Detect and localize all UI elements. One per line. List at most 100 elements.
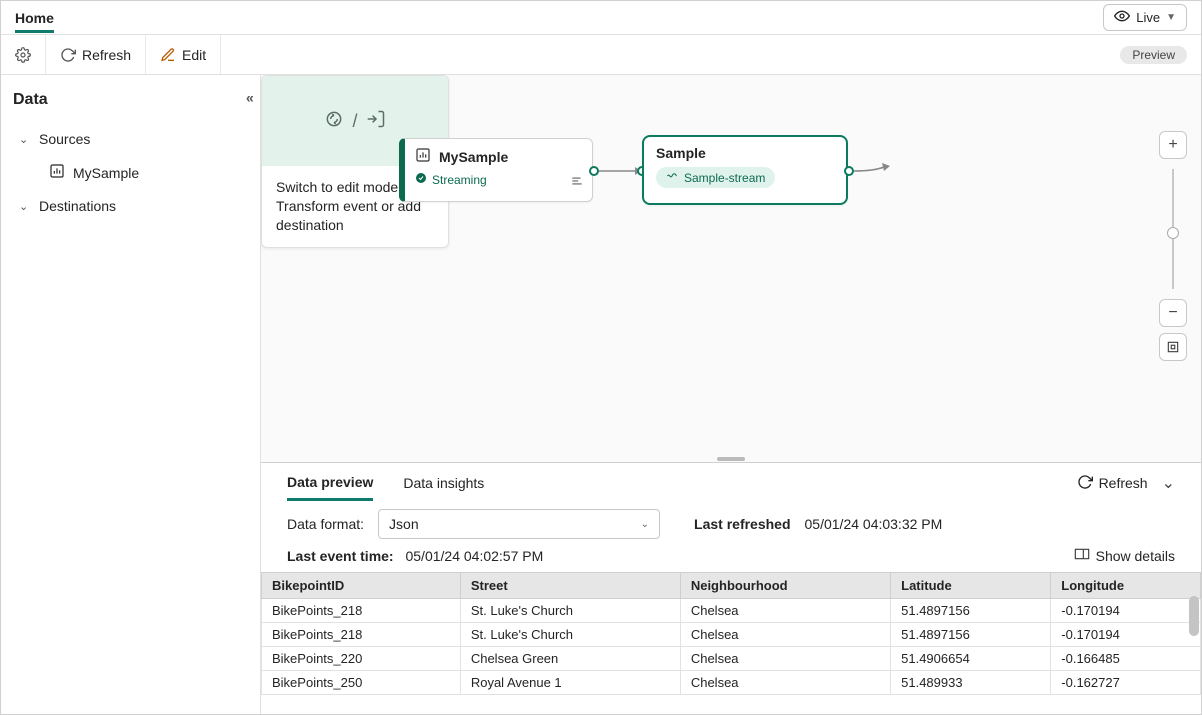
- live-toggle[interactable]: Live ▼: [1103, 4, 1187, 31]
- gear-icon: [15, 47, 31, 63]
- table-cell: BikePoints_218: [262, 623, 461, 647]
- chart-icon: [415, 147, 431, 166]
- chevron-down-icon: ⌄: [641, 519, 649, 530]
- table-cell: Chelsea: [680, 623, 890, 647]
- refresh-icon: [1077, 474, 1093, 493]
- last-event-value: 05/01/24 04:02:57 PM: [405, 548, 543, 564]
- data-preview-panel: Data preview Data insights Refresh ⌄ Dat…: [261, 462, 1201, 714]
- eye-icon: [1114, 8, 1130, 27]
- table-cell: Chelsea: [680, 671, 890, 695]
- column-header[interactable]: Street: [460, 573, 680, 599]
- table-cell: BikePoints_250: [262, 671, 461, 695]
- show-details-button[interactable]: Show details: [1074, 547, 1175, 564]
- node-status: Streaming: [432, 173, 487, 187]
- sources-label: Sources: [39, 131, 90, 147]
- table-cell: BikePoints_218: [262, 599, 461, 623]
- chevron-down-icon[interactable]: ⌄: [1162, 473, 1175, 493]
- zoom-slider-handle[interactable]: [1167, 227, 1179, 239]
- zoom-in-button[interactable]: +: [1159, 131, 1187, 159]
- sidebar-destinations[interactable]: ⌄ Destinations: [13, 190, 248, 222]
- tab-data-insights[interactable]: Data insights: [403, 467, 484, 499]
- node-eventstream-sample[interactable]: Sample Sample-stream: [642, 135, 848, 205]
- stream-chip: Sample-stream: [656, 167, 775, 188]
- node-source-mysample[interactable]: MySample Streaming: [399, 138, 593, 202]
- table-cell: 51.489933: [891, 671, 1051, 695]
- chart-icon: [49, 163, 65, 182]
- preview-badge: Preview: [1120, 46, 1187, 64]
- destinations-label: Destinations: [39, 198, 116, 214]
- sidebar-item-mysample[interactable]: MySample: [13, 155, 248, 190]
- table-cell: -0.170194: [1051, 623, 1201, 647]
- sidebar-sources[interactable]: ⌄ Sources: [13, 123, 248, 155]
- tab-home[interactable]: Home: [15, 4, 54, 32]
- table-cell: -0.166485: [1051, 647, 1201, 671]
- table-cell: Royal Avenue 1: [460, 671, 680, 695]
- table-cell: BikePoints_220: [262, 647, 461, 671]
- table-cell: St. Luke's Church: [460, 599, 680, 623]
- canvas[interactable]: MySample Streaming: [261, 75, 1201, 462]
- output-icon: [366, 109, 386, 134]
- zoom-slider-track[interactable]: [1172, 169, 1174, 289]
- table-cell: 51.4897156: [891, 599, 1051, 623]
- show-details-label: Show details: [1096, 548, 1175, 564]
- table-cell: Chelsea: [680, 599, 890, 623]
- table-cell: Chelsea Green: [460, 647, 680, 671]
- edit-label: Edit: [182, 47, 206, 63]
- details-icon: [1074, 547, 1090, 564]
- sidebar: Data » ⌄ Sources MySample ⌄ Destinations: [1, 75, 261, 714]
- panel-refresh-button[interactable]: Refresh: [1077, 474, 1148, 493]
- connector-arrow: [854, 161, 894, 181]
- column-header[interactable]: Neighbourhood: [680, 573, 890, 599]
- zoom-controls: + −: [1159, 131, 1187, 361]
- table-cell: Chelsea: [680, 647, 890, 671]
- column-header[interactable]: BikepointID: [262, 573, 461, 599]
- panel-drag-handle[interactable]: [717, 457, 745, 461]
- refresh-button[interactable]: Refresh: [46, 35, 146, 74]
- column-header[interactable]: Longitude: [1051, 573, 1201, 599]
- table-row[interactable]: BikePoints_218St. Luke's ChurchChelsea51…: [262, 623, 1201, 647]
- data-format-value: Json: [389, 516, 419, 532]
- tab-data-preview[interactable]: Data preview: [287, 466, 373, 501]
- sidebar-title: Data: [13, 91, 48, 109]
- node-output-port[interactable]: [589, 166, 599, 176]
- table-cell: St. Luke's Church: [460, 623, 680, 647]
- refresh-icon: [60, 47, 76, 63]
- refresh-label: Refresh: [1099, 475, 1148, 491]
- edit-icon: [160, 47, 176, 63]
- chevron-down-icon: ▼: [1166, 12, 1176, 23]
- data-format-select[interactable]: Json ⌄: [378, 509, 660, 539]
- slash-label: /: [352, 111, 357, 132]
- scrollbar-thumb[interactable]: [1189, 596, 1199, 636]
- table-cell: 51.4906654: [891, 647, 1051, 671]
- stream-icon: [666, 170, 678, 185]
- sidebar-item-label: MySample: [73, 165, 139, 181]
- refresh-label: Refresh: [82, 47, 131, 63]
- chevron-down-icon: ⌄: [19, 133, 31, 146]
- collapse-sidebar-icon[interactable]: »: [246, 92, 254, 108]
- stream-chip-label: Sample-stream: [684, 171, 765, 185]
- list-icon[interactable]: [570, 174, 584, 193]
- node-output-port[interactable]: [844, 166, 854, 176]
- last-refreshed-value: 05/01/24 04:03:32 PM: [805, 516, 943, 532]
- last-event-label: Last event time:: [287, 548, 394, 564]
- table-row[interactable]: BikePoints_250Royal Avenue 1Chelsea51.48…: [262, 671, 1201, 695]
- table-row[interactable]: BikePoints_218St. Luke's ChurchChelsea51…: [262, 599, 1201, 623]
- settings-button[interactable]: [1, 35, 46, 74]
- chevron-down-icon: ⌄: [19, 200, 31, 213]
- node-title: MySample: [439, 149, 508, 165]
- column-header[interactable]: Latitude: [891, 573, 1051, 599]
- table-row[interactable]: BikePoints_220Chelsea GreenChelsea51.490…: [262, 647, 1201, 671]
- table-cell: 51.4897156: [891, 623, 1051, 647]
- node-title: Sample: [656, 145, 834, 161]
- zoom-fit-button[interactable]: [1159, 333, 1187, 361]
- last-refreshed-label: Last refreshed: [694, 516, 790, 532]
- live-label: Live: [1136, 10, 1160, 25]
- edit-button[interactable]: Edit: [146, 35, 221, 74]
- data-format-label: Data format:: [287, 516, 364, 532]
- table-cell: -0.170194: [1051, 599, 1201, 623]
- check-circle-icon: [415, 172, 427, 187]
- zoom-out-button[interactable]: −: [1159, 299, 1187, 327]
- table-cell: -0.162727: [1051, 671, 1201, 695]
- transform-icon: [324, 109, 344, 134]
- data-grid[interactable]: BikepointIDStreetNeighbourhoodLatitudeLo…: [261, 572, 1201, 714]
